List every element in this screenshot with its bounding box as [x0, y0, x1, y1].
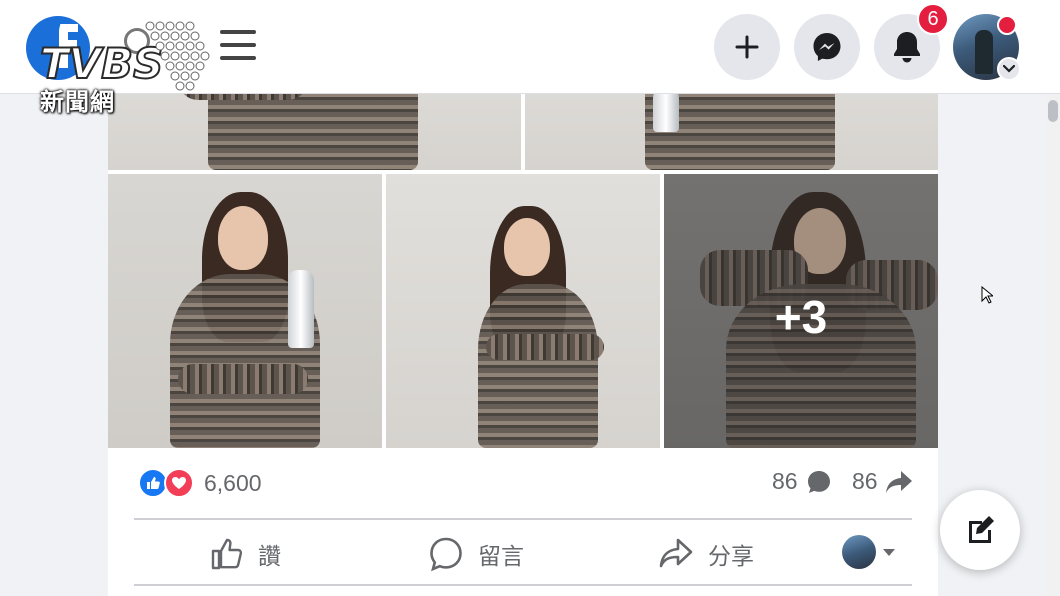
comment-bubble-icon — [807, 470, 830, 493]
compose-message-button[interactable] — [940, 490, 1020, 570]
svg-text:TVBS: TVBS — [40, 39, 163, 88]
share-button-label: 分享 — [708, 544, 754, 570]
logo-subtitle: 新聞網 — [40, 88, 115, 116]
divider-top — [134, 518, 912, 520]
share-arrow-icon — [885, 470, 912, 493]
thumbs-up-icon — [211, 538, 243, 570]
create-button[interactable] — [714, 14, 780, 80]
post-photo-4[interactable] — [386, 174, 660, 448]
comment-button-label: 留言 — [478, 544, 524, 570]
divider-bottom — [134, 584, 912, 586]
notifications-badge: 6 — [917, 3, 949, 35]
reactions-summary[interactable]: 6,600 — [138, 468, 262, 498]
reaction-count: 6,600 — [204, 469, 262, 496]
share-button[interactable]: 分享 — [658, 534, 754, 574]
comments-count: 86 — [772, 468, 798, 494]
comment-icon — [430, 537, 462, 572]
love-reaction-icon — [164, 468, 194, 498]
comments-count-link[interactable]: 86 — [772, 468, 832, 495]
mouse-cursor-icon — [981, 286, 993, 304]
post-as-avatar[interactable] — [842, 535, 876, 569]
edit-icon — [969, 516, 994, 543]
messenger-button[interactable] — [794, 14, 860, 80]
shares-count: 86 — [852, 468, 878, 494]
caret-down-icon[interactable] — [882, 548, 896, 557]
more-photos-label[interactable]: +3 — [664, 290, 938, 344]
account-menu-button[interactable] — [997, 57, 1021, 81]
scrollbar[interactable] — [1046, 40, 1060, 596]
share-icon — [659, 538, 693, 568]
messenger-icon — [813, 33, 841, 61]
plus-icon — [735, 35, 759, 59]
bell-icon — [894, 32, 920, 63]
status-dot — [997, 15, 1017, 35]
post-photo-3[interactable] — [108, 174, 382, 448]
like-button-label: 讚 — [258, 544, 281, 570]
like-button[interactable]: 讚 — [210, 534, 281, 574]
post-card: +3 6,600 86 86 讚 留言 分享 — [108, 40, 938, 596]
menu-icon[interactable] — [220, 30, 256, 64]
scrollbar-thumb[interactable] — [1048, 100, 1058, 122]
comment-button[interactable]: 留言 — [428, 534, 524, 574]
shares-count-link[interactable]: 86 — [852, 468, 914, 495]
chevron-down-icon — [1003, 65, 1015, 73]
post-photo-5[interactable]: +3 — [664, 174, 938, 448]
